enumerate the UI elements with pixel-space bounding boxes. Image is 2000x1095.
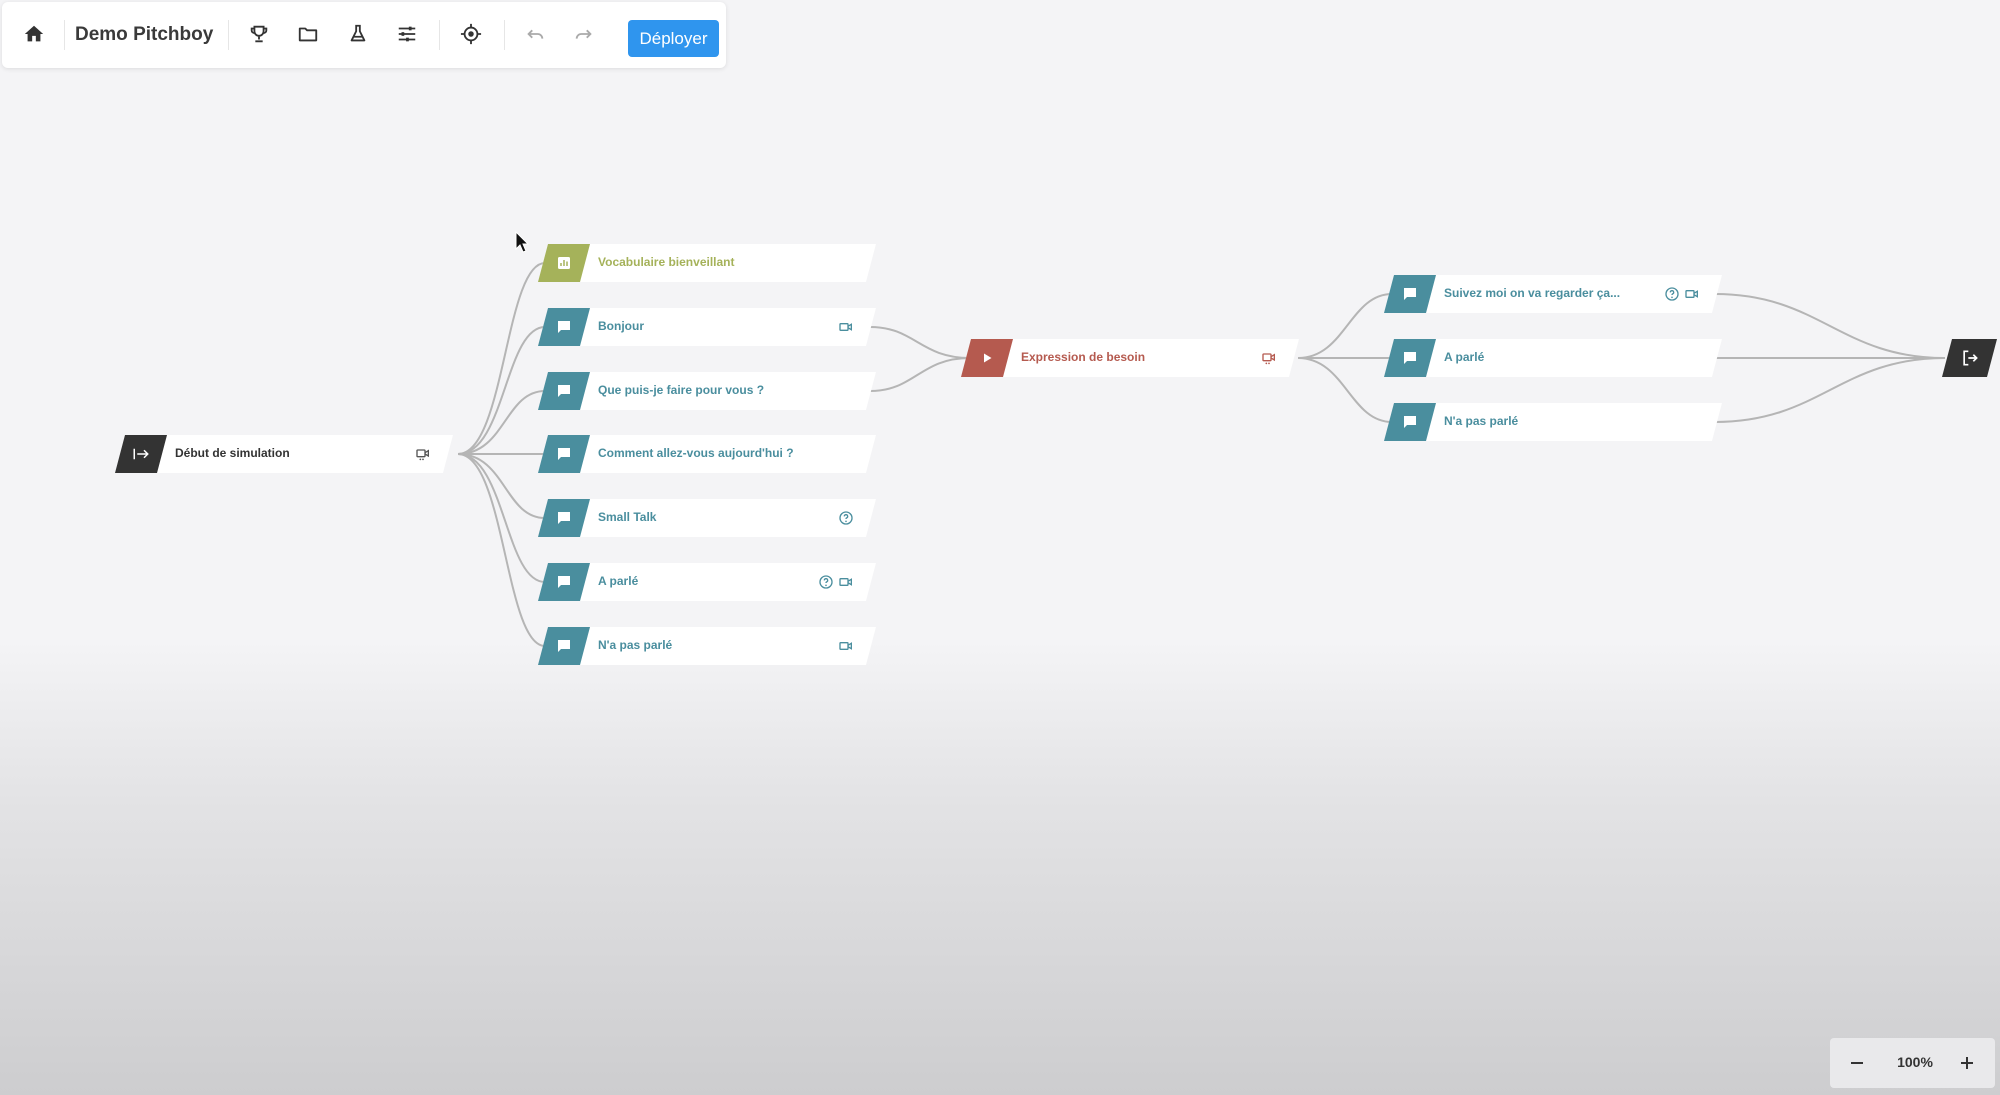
message-icon	[555, 573, 573, 591]
zoom-level: 100%	[1897, 1054, 1933, 1070]
message-icon	[555, 509, 573, 527]
help-icon	[819, 575, 833, 589]
video-icon	[416, 449, 429, 461]
chart-icon	[555, 254, 573, 272]
node-label: Comment allez-vous aujourd'hui ?	[598, 446, 794, 460]
flow-node-a-parle[interactable]: A parlé	[538, 563, 876, 601]
flow-node-a-parle-2[interactable]: A parlé	[1384, 339, 1722, 377]
flow-node-comment-allez-vous[interactable]: Comment allez-vous aujourd'hui ?	[538, 435, 876, 473]
message-icon	[555, 637, 573, 655]
zoom-in-button[interactable]	[1952, 1048, 1982, 1078]
start-node[interactable]: Début de simulation	[115, 435, 453, 473]
exit-icon	[1960, 348, 1980, 368]
node-label: A parlé	[598, 574, 639, 588]
video-icon	[1685, 290, 1698, 298]
start-node-label: Début de simulation	[175, 446, 290, 460]
node-label: A parlé	[1444, 350, 1485, 364]
play-icon	[978, 349, 996, 367]
flow-node-vocabulaire[interactable]: Vocabulaire bienveillant	[538, 244, 876, 282]
node-label: Expression de besoin	[1021, 350, 1146, 364]
zoom-out-button[interactable]	[1842, 1048, 1872, 1078]
video-icon	[839, 642, 852, 650]
message-icon	[1401, 349, 1419, 367]
video-icon	[839, 323, 852, 331]
node-label: Bonjour	[598, 319, 644, 333]
node-label: N'a pas parlé	[1444, 414, 1519, 428]
flow-node-expression-de-besoin[interactable]: Expression de besoin	[961, 339, 1299, 377]
node-label: Small Talk	[598, 510, 657, 524]
help-icon	[839, 511, 853, 525]
help-icon	[1665, 287, 1679, 301]
flow-node-small-talk[interactable]: Small Talk	[538, 499, 876, 537]
node-label: Suivez moi on va regarder ça...	[1444, 286, 1621, 300]
node-label: N'a pas parlé	[598, 638, 673, 652]
enter-icon	[132, 445, 150, 463]
flow-node-que-puis-je[interactable]: Que puis-je faire pour vous ?	[538, 372, 876, 410]
flow-node-na-pas-parle-2[interactable]: N'a pas parlé	[1384, 403, 1722, 441]
message-icon	[1401, 285, 1419, 303]
node-label: Que puis-je faire pour vous ?	[598, 383, 765, 397]
flow-node-suivez-moi[interactable]: Suivez moi on va regarder ça...	[1384, 275, 1722, 313]
flow-canvas[interactable]: Début de simulation Vocabulaire bienveil…	[0, 0, 2000, 1095]
node-label: Vocabulaire bienveillant	[598, 255, 735, 269]
flow-node-bonjour[interactable]: Bonjour	[538, 308, 876, 346]
mouse-cursor-icon	[515, 231, 529, 253]
flow-edges	[457, 262, 1946, 647]
video-icon	[839, 578, 852, 586]
flow-node-na-pas-parle[interactable]: N'a pas parlé	[538, 627, 876, 665]
minus-icon	[1851, 1062, 1863, 1064]
message-icon	[555, 445, 573, 463]
message-icon	[555, 382, 573, 400]
zoom-control: 100%	[1830, 1038, 1995, 1088]
plus-icon	[1961, 1057, 1973, 1069]
message-icon	[1401, 413, 1419, 431]
video-icon	[1262, 353, 1275, 365]
message-icon	[555, 318, 573, 336]
